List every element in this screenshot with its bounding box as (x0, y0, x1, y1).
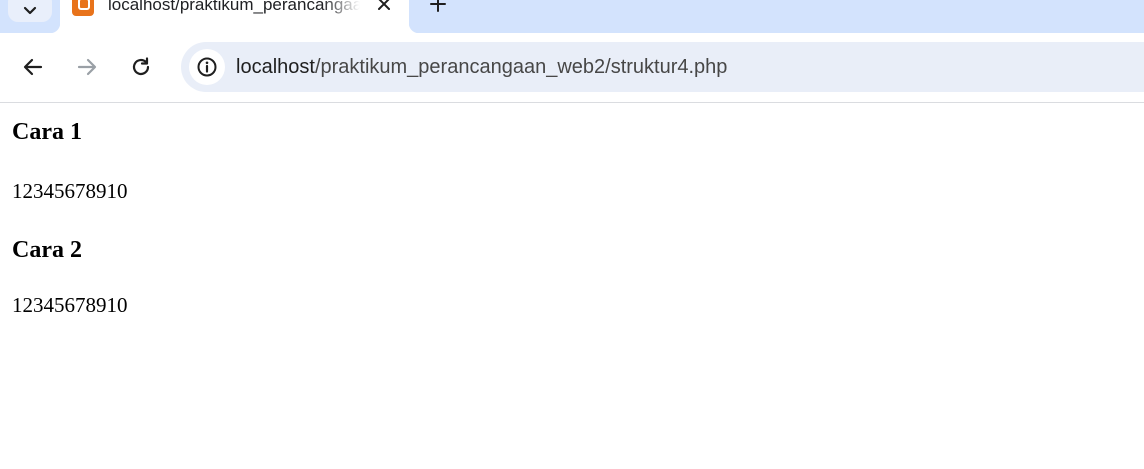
section-output-cara-1: 12345678910 (12, 179, 128, 203)
active-tab[interactable]: localhost/praktikum_perancangaan_web2/st… (50, 0, 419, 33)
chevron-down-icon (23, 6, 37, 15)
section-heading-cara-2: Cara 2 (12, 237, 82, 263)
tab-search-button[interactable] (8, 0, 52, 22)
forward-arrow-icon (77, 58, 97, 76)
url-host: localhost (236, 56, 315, 78)
new-tab-button[interactable] (424, 0, 452, 18)
plus-icon (430, 0, 446, 12)
info-icon (197, 57, 217, 77)
address-bar[interactable]: localhost/praktikum_perancangaan_web2/st… (181, 42, 1144, 92)
tab-strip: localhost/praktikum_perancangaan_web2/st… (0, 0, 1144, 33)
url-text[interactable]: localhost/praktikum_perancangaan_web2/st… (236, 42, 727, 92)
section-output-cara-2: 12345678910 (12, 293, 128, 317)
url-path: /praktikum_perancangaan_web2/struktur4.p… (314, 56, 728, 78)
close-icon (378, 0, 390, 10)
site-info-button[interactable] (189, 49, 225, 85)
reload-icon (132, 57, 150, 76)
back-arrow-icon (23, 58, 43, 76)
browser-toolbar: localhost/praktikum_perancangaan_web2/st… (0, 33, 1144, 103)
tab-title: localhost/praktikum_perancangaan_web2/st… (108, 0, 360, 14)
forward-button[interactable] (71, 51, 103, 83)
reload-button[interactable] (125, 51, 157, 83)
section-heading-cara-1: Cara 1 (12, 119, 82, 145)
tab-close-button[interactable] (372, 0, 396, 16)
page-content: Cara 1 12345678910 Cara 2 12345678910 (12, 103, 1132, 317)
xampp-icon (72, 0, 94, 16)
back-button[interactable] (17, 51, 49, 83)
